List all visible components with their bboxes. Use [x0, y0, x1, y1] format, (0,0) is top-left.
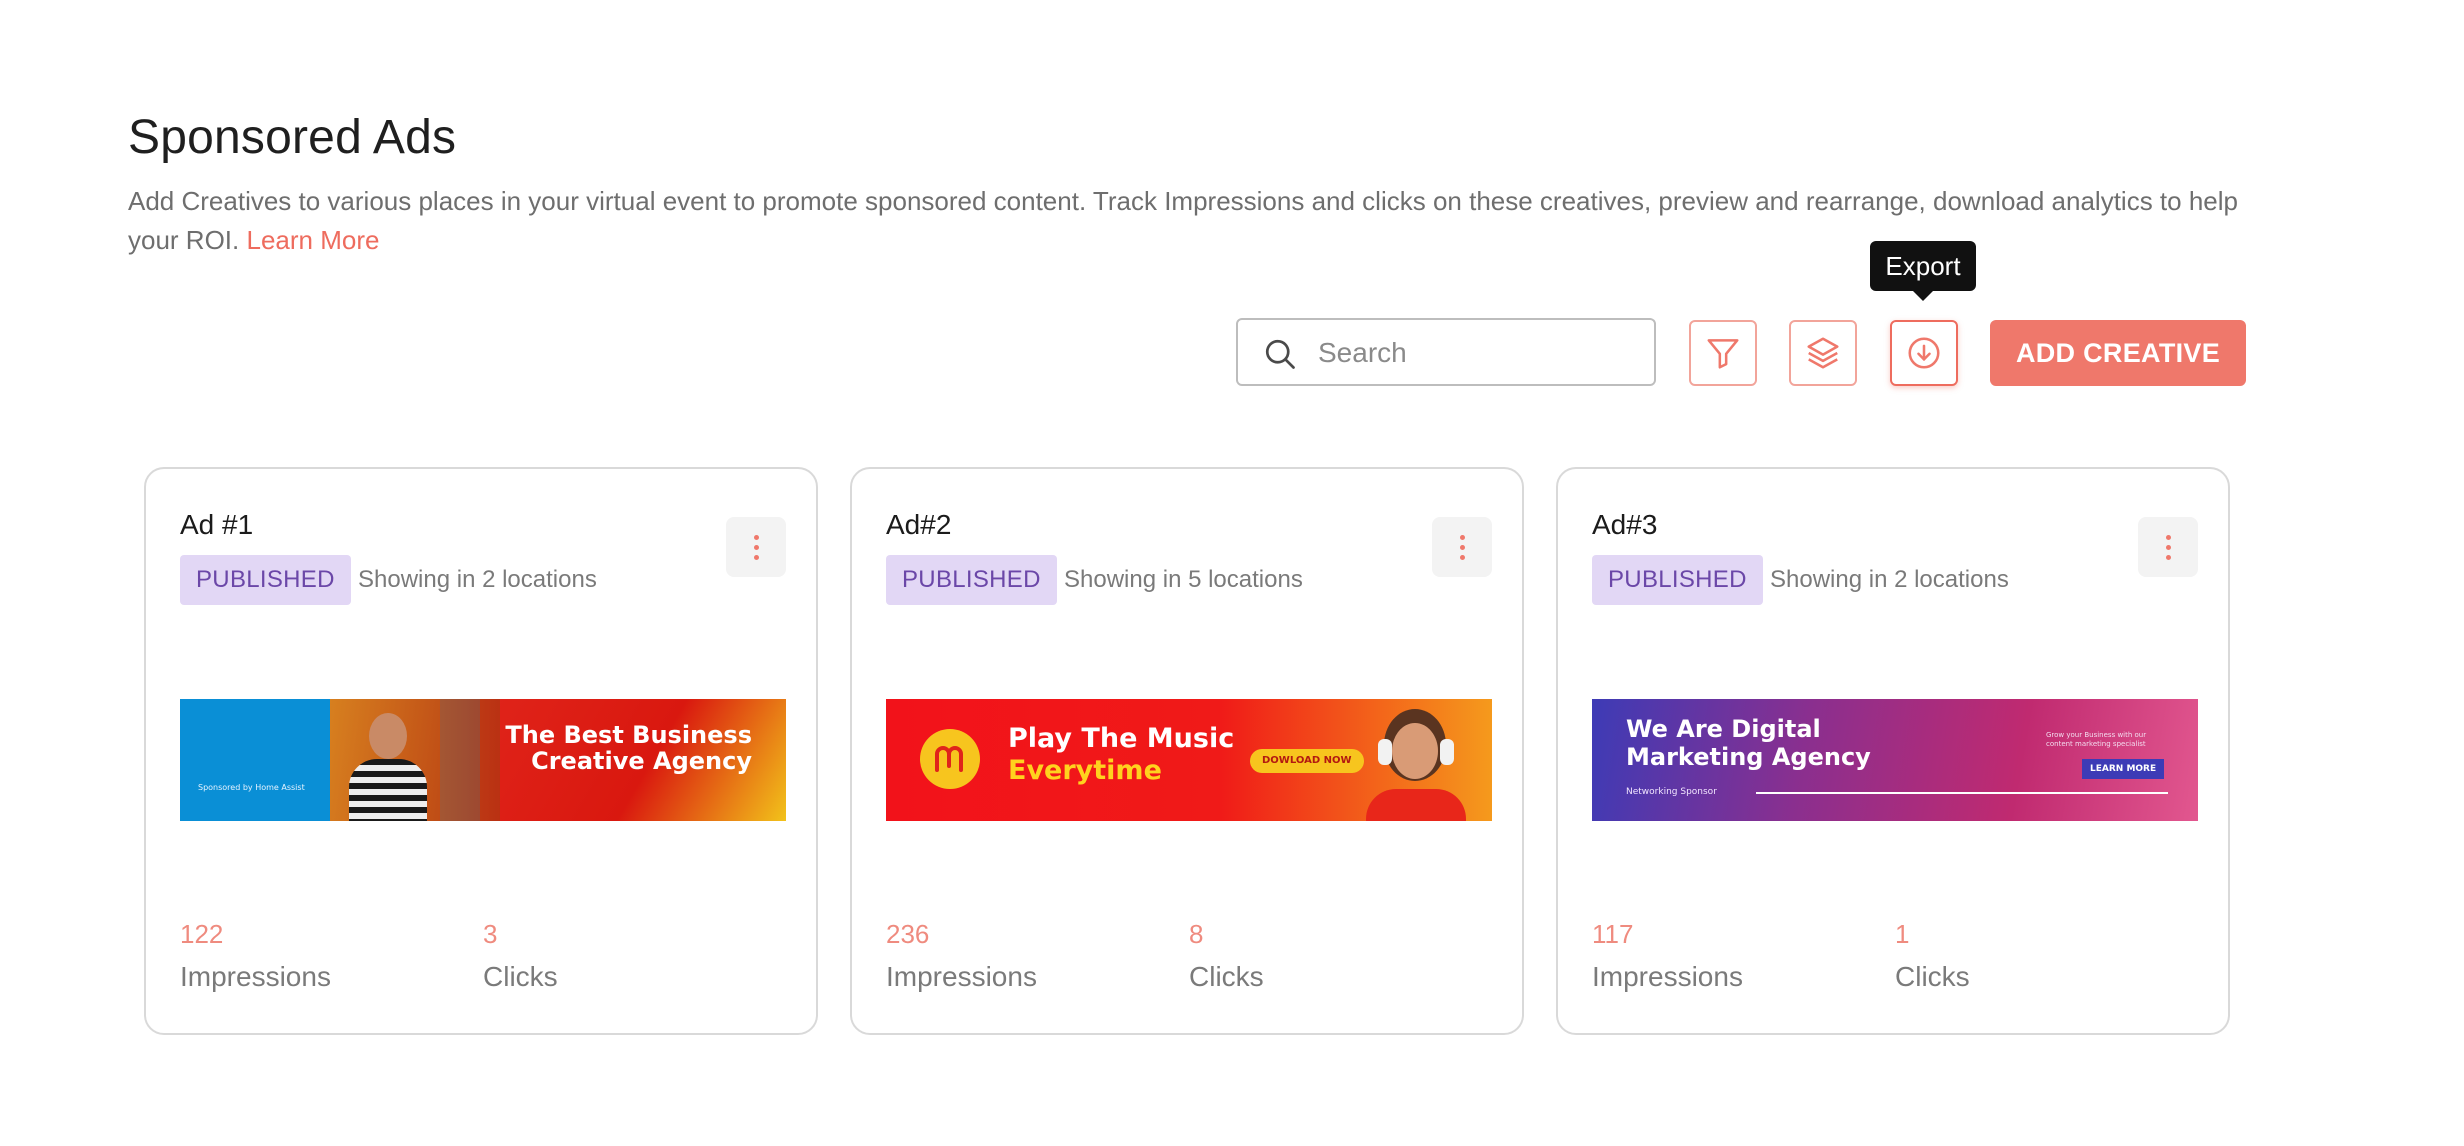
banner-headline-2: Everytime — [1008, 755, 1162, 786]
locations-text: Showing in 2 locations — [1770, 566, 2009, 593]
ad-cards: Ad #1 PUBLISHED Showing in 2 locations T… — [0, 467, 2464, 1037]
clicks-count: 8 — [1189, 919, 1204, 949]
banner-arrow — [1756, 792, 2168, 794]
ad-card[interactable]: Ad#3 PUBLISHED Showing in 2 locations We… — [1556, 467, 2230, 1035]
banner-side-text: Grow your Business with our content mark… — [2046, 731, 2147, 748]
impressions-label: Impressions — [1592, 961, 1743, 992]
filter-button[interactable] — [1689, 320, 1757, 386]
filter-icon — [1707, 339, 1739, 369]
more-options-button[interactable] — [2138, 517, 2198, 577]
impressions-count: 117 — [1592, 919, 1634, 949]
status-badge: PUBLISHED — [1592, 555, 1763, 605]
banner-cta: DOWLOAD NOW — [1250, 749, 1364, 773]
ad-banner-image: Play The Music Everytime DOWLOAD NOW — [886, 699, 1492, 821]
banner-headline-1: Play The Music — [1008, 723, 1235, 754]
music-logo-icon — [920, 729, 980, 789]
status-badge: PUBLISHED — [180, 555, 351, 605]
add-creative-button[interactable]: ADD CREATIVE — [1990, 320, 2246, 386]
search-box[interactable] — [1236, 318, 1656, 386]
locations-text: Showing in 5 locations — [1064, 566, 1303, 593]
clicks-label: Clicks — [1189, 961, 1264, 992]
export-tooltip: Export — [1870, 241, 1976, 301]
locations-text: Showing in 2 locations — [358, 566, 597, 593]
impressions-label: Impressions — [886, 961, 1037, 992]
banner-sponsor-text: Networking Sponsor — [1626, 787, 1717, 797]
clicks-label: Clicks — [483, 961, 558, 992]
ad-banner-image: The Best Business Creative Agency Sponso… — [180, 699, 786, 821]
search-input[interactable] — [1318, 330, 1638, 376]
banner-headline-1: We Are Digital — [1626, 715, 1821, 743]
page-title: Sponsored Ads — [128, 111, 457, 164]
more-options-button[interactable] — [726, 517, 786, 577]
status-badge: PUBLISHED — [886, 555, 1057, 605]
download-circle-icon — [1908, 337, 1940, 369]
clicks-count: 1 — [1895, 919, 1910, 949]
clicks-label: Clicks — [1895, 961, 1970, 992]
person-figure — [1356, 705, 1476, 821]
impressions-label: Impressions — [180, 961, 331, 992]
toolbar: ADD CREATIVE — [0, 318, 2464, 386]
banner-headline-1: The Best Business — [505, 721, 752, 749]
ad-title: Ad#3 — [1592, 509, 1658, 540]
banner-headline-2: Creative Agency — [531, 747, 752, 775]
banner-headline-2: Marketing Agency — [1626, 743, 1871, 771]
impressions-count: 122 — [180, 919, 224, 949]
layers-button[interactable] — [1789, 320, 1857, 386]
impressions-count: 236 — [886, 919, 930, 949]
export-button[interactable] — [1890, 320, 1958, 386]
more-options-button[interactable] — [1432, 517, 1492, 577]
learn-more-link[interactable]: Learn More — [246, 225, 379, 255]
ad-title: Ad #1 — [180, 509, 254, 540]
banner-sponsor-text: Sponsored by Home Assist — [198, 783, 305, 792]
ad-title: Ad#2 — [886, 509, 952, 540]
ad-banner-image: We Are Digital Marketing Agency Networki… — [1592, 699, 2198, 821]
banner-cta: LEARN MORE — [2082, 759, 2165, 779]
person-figure — [345, 713, 431, 821]
ad-card[interactable]: Ad #1 PUBLISHED Showing in 2 locations T… — [144, 467, 818, 1035]
layers-icon — [1807, 337, 1839, 369]
search-icon — [1265, 339, 1295, 369]
ad-card[interactable]: Ad#2 PUBLISHED Showing in 5 locations Pl… — [850, 467, 1524, 1035]
clicks-count: 3 — [483, 919, 498, 949]
